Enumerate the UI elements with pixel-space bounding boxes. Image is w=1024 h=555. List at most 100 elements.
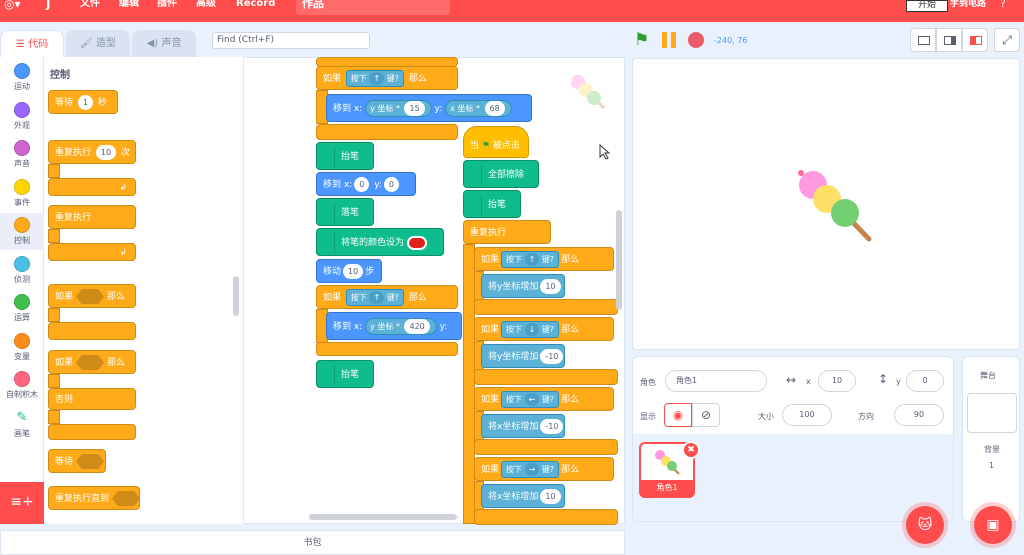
move-steps-block[interactable]: 移动 10 步: [316, 259, 382, 283]
menu-file[interactable]: 文件: [80, 0, 100, 14]
category-4[interactable]: 控制: [0, 213, 44, 250]
category-3[interactable]: 事件: [0, 175, 44, 212]
wait-input[interactable]: 1: [77, 95, 93, 110]
number-input[interactable]: 68: [484, 101, 505, 116]
repeat-until-block[interactable]: 重复执行直到: [48, 486, 141, 510]
x-position-input[interactable]: 10: [818, 370, 856, 392]
condition-slot[interactable]: [76, 355, 105, 370]
y-position-input[interactable]: 0: [906, 370, 944, 392]
change-value-input[interactable]: -10: [540, 419, 564, 434]
change-coord-block[interactable]: 将x坐标增加 10: [481, 484, 565, 508]
menu-right-label[interactable]: 学到电路: [950, 0, 986, 9]
goto-xy-block-2[interactable]: 移到 x: 0 y: 0: [316, 172, 416, 196]
delete-sprite-button[interactable]: ✖: [682, 441, 700, 459]
category-9[interactable]: ✎ 画笔: [0, 406, 44, 443]
if-key-left-block[interactable]: 如果 按下 ← 键? 那么: [474, 387, 614, 411]
green-flag-icon[interactable]: ⚑: [634, 30, 649, 50]
fullscreen-button[interactable]: ⤢: [994, 28, 1020, 52]
category-6[interactable]: 运算: [0, 290, 44, 327]
backdrop-thumbnail[interactable]: [967, 393, 1017, 433]
tab-code[interactable]: ☰ 代码: [0, 30, 64, 58]
menu-edit[interactable]: 编辑: [119, 0, 139, 14]
if-block[interactable]: 如果 那么: [48, 284, 136, 308]
pen-up-block-2[interactable]: 抬笔: [316, 360, 374, 388]
menu-advanced[interactable]: 高级: [196, 0, 216, 14]
y-input[interactable]: 0: [383, 177, 400, 192]
globe-icon[interactable]: ◎▾: [4, 0, 21, 10]
key-pressed-sensor[interactable]: 按下 → 键?: [501, 461, 560, 478]
y-coord-operator[interactable]: y 坐标 * 420: [365, 318, 437, 335]
menu-record[interactable]: Record: [236, 0, 275, 14]
layout-button[interactable]: [962, 28, 988, 52]
small-stage-button[interactable]: [910, 28, 936, 52]
y-coord-operator[interactable]: y 坐标 * 15: [365, 100, 432, 117]
backpack-bar[interactable]: 书包: [0, 530, 625, 555]
if-key-up-block[interactable]: 如果 按下 ↑ 键? 那么: [474, 247, 614, 271]
category-8[interactable]: 自制积木: [0, 367, 44, 404]
category-7[interactable]: 变量: [0, 329, 44, 366]
help-icon[interactable]: ?: [1000, 0, 1006, 9]
change-coord-block[interactable]: 将x坐标增加 -10: [481, 414, 565, 438]
condition-slot[interactable]: [112, 491, 141, 506]
choose-sprite-button[interactable]: 🐱: [906, 506, 944, 544]
tab-costumes[interactable]: 🖌 造型: [66, 30, 130, 58]
set-pen-color-block[interactable]: 将笔的颜色设为: [316, 228, 444, 256]
category-5[interactable]: 侦测: [0, 252, 44, 289]
x-input[interactable]: 0: [354, 177, 370, 192]
show-visible-button[interactable]: ◉: [664, 403, 692, 427]
change-value-input[interactable]: 10: [540, 279, 561, 294]
sprite-dango[interactable]: [793, 165, 877, 245]
add-extension-button[interactable]: ≡+: [0, 482, 44, 524]
forever-block-script[interactable]: 重复执行: [463, 220, 551, 244]
change-coord-block[interactable]: 将y坐标增加 -10: [481, 344, 565, 368]
stage-canvas[interactable]: [632, 58, 1020, 350]
normal-stage-button[interactable]: [936, 28, 962, 52]
key-dropdown[interactable]: ↑: [524, 253, 540, 266]
number-input[interactable]: 420: [404, 319, 430, 334]
logo[interactable]: ϳ: [46, 0, 50, 10]
if-key-up-block[interactable]: 如果 按下 ↑ 键? 那么: [316, 66, 458, 90]
key-dropdown[interactable]: ↓: [524, 323, 540, 336]
choose-backdrop-button[interactable]: ▣: [974, 506, 1012, 544]
code-scrollbar-horizontal[interactable]: [309, 514, 457, 520]
clear-block[interactable]: 全部擦除: [463, 160, 539, 188]
key-pressed-sensor[interactable]: 按下 ↑ 键?: [345, 289, 404, 306]
menu-plugins[interactable]: 插件: [157, 0, 177, 14]
forever-block[interactable]: 重复执行: [48, 205, 136, 229]
pause-icon[interactable]: [662, 32, 676, 48]
key-dropdown[interactable]: ↑: [369, 72, 385, 85]
wait-block[interactable]: 等待 1 秒: [48, 90, 118, 114]
if-key-right-block[interactable]: 如果 按下 → 键? 那么: [474, 457, 614, 481]
palette-scrollbar[interactable]: [233, 276, 239, 316]
size-input[interactable]: 100: [782, 404, 832, 426]
category-1[interactable]: 外观: [0, 98, 44, 135]
project-title-input[interactable]: 作品: [296, 0, 450, 15]
repeat-block[interactable]: 重复执行 10 次: [48, 140, 136, 164]
sprite-name-input[interactable]: 角色1: [665, 370, 767, 392]
if-key-up-block-2[interactable]: 如果 按下 ↑ 键? 那么: [316, 285, 458, 309]
color-swatch[interactable]: [406, 235, 427, 250]
code-scrollbar-vertical[interactable]: [616, 210, 622, 310]
change-coord-block[interactable]: 将y坐标增加 10: [481, 274, 565, 298]
key-pressed-sensor[interactable]: 按下 ← 键?: [501, 391, 560, 408]
when-flag-clicked-block[interactable]: 当 ⚑ 被点击: [463, 126, 529, 158]
key-dropdown[interactable]: ←: [524, 393, 540, 406]
start-button[interactable]: 开始: [906, 0, 948, 12]
key-pressed-sensor[interactable]: 按下 ↑ 键?: [345, 70, 404, 87]
goto-xy-block[interactable]: 移到 x: y 坐标 * 15 y: x 坐标 * 68: [326, 94, 532, 122]
pen-down-block[interactable]: 落笔: [316, 198, 374, 226]
number-input[interactable]: 15: [404, 101, 425, 116]
pen-up-block[interactable]: 抬笔: [316, 142, 374, 170]
category-2[interactable]: 声音: [0, 136, 44, 173]
key-dropdown[interactable]: ↑: [369, 291, 385, 304]
key-pressed-sensor[interactable]: 按下 ↓ 键?: [501, 321, 560, 338]
search-input[interactable]: Find (Ctrl+F): [212, 32, 370, 49]
goto-xy-block-3[interactable]: 移到 x: y 坐标 * 420 y:: [326, 312, 462, 340]
if-key-down-block[interactable]: 如果 按下 ↓ 键? 那么: [474, 317, 614, 341]
steps-input[interactable]: 10: [343, 264, 364, 279]
condition-slot[interactable]: [76, 289, 105, 304]
repeat-input[interactable]: 10: [95, 145, 117, 160]
direction-input[interactable]: 90: [894, 404, 944, 426]
tab-sounds[interactable]: ◀) 声音: [132, 30, 196, 58]
pen-up-block-3[interactable]: 抬笔: [463, 190, 521, 218]
